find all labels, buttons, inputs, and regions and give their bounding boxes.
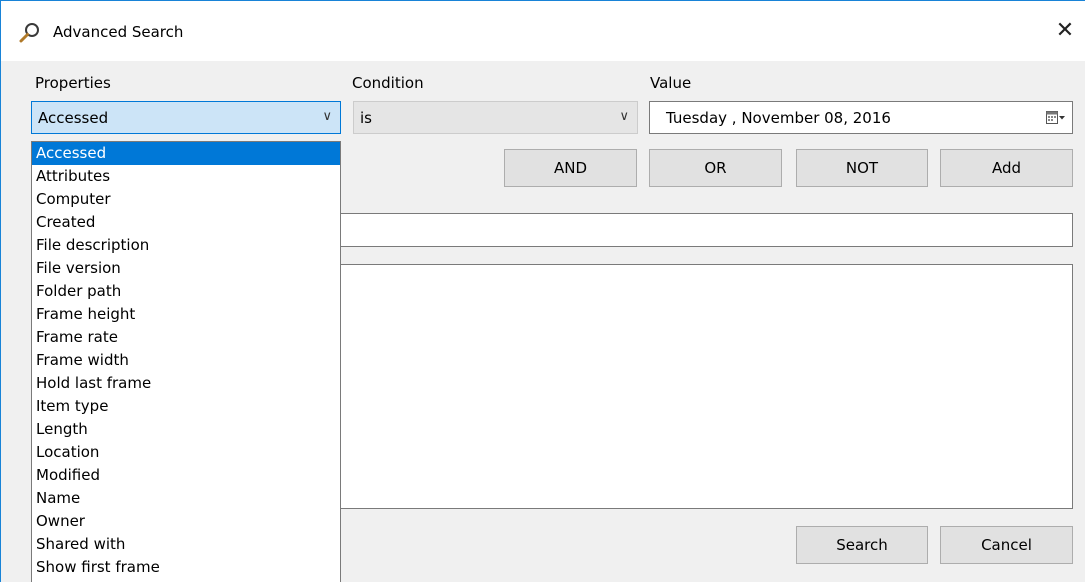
dropdown-option[interactable]: Show first frame xyxy=(32,556,340,579)
condition-selected-value: is xyxy=(360,109,372,127)
properties-selected-value: Accessed xyxy=(38,109,109,127)
condition-dropdown[interactable]: is ∨ xyxy=(353,101,638,134)
dropdown-option[interactable]: File version xyxy=(32,257,340,280)
dropdown-option[interactable]: Modified xyxy=(32,464,340,487)
dropdown-option[interactable]: Hold last frame xyxy=(32,372,340,395)
condition-label: Condition xyxy=(352,74,424,92)
value-label: Value xyxy=(650,74,692,92)
dropdown-option[interactable]: Accessed xyxy=(32,142,340,165)
magnifier-icon xyxy=(19,22,41,44)
dropdown-option[interactable]: File description xyxy=(32,234,340,257)
dropdown-option[interactable]: Shared with xyxy=(32,533,340,556)
dropdown-option[interactable]: Frame height xyxy=(32,303,340,326)
dropdown-option[interactable]: Folder path xyxy=(32,280,340,303)
properties-dropdown[interactable]: Accessed ∨ xyxy=(31,101,341,134)
cancel-button[interactable]: Cancel xyxy=(940,526,1073,564)
date-picker[interactable]: Tuesday , November 08, 2016 xyxy=(649,101,1073,134)
dropdown-option[interactable]: Location xyxy=(32,441,340,464)
dropdown-option[interactable]: Attributes xyxy=(32,165,340,188)
date-value: Tuesday , November 08, 2016 xyxy=(666,109,891,127)
chevron-down-icon: ∨ xyxy=(619,109,629,124)
calendar-icon[interactable] xyxy=(1046,110,1066,126)
dropdown-option[interactable]: Owner xyxy=(32,510,340,533)
dropdown-option[interactable]: Frame rate xyxy=(32,326,340,349)
advanced-search-dialog: Advanced Search ✕ Properties Condition V… xyxy=(0,0,1085,582)
properties-dropdown-list: Accessed Attributes Computer Created File de… xyxy=(31,141,341,582)
add-button[interactable]: Add xyxy=(940,149,1073,187)
window-title: Advanced Search xyxy=(53,23,184,41)
dropdown-option[interactable]: Length xyxy=(32,418,340,441)
or-button[interactable]: OR xyxy=(649,149,782,187)
dropdown-option[interactable]: Computer xyxy=(32,188,340,211)
title-bar: Advanced Search ✕ xyxy=(1,1,1085,61)
dropdown-option[interactable]: Item type xyxy=(32,395,340,418)
properties-label: Properties xyxy=(35,74,111,92)
dropdown-option[interactable]: Frame width xyxy=(32,349,340,372)
close-button[interactable]: ✕ xyxy=(1045,11,1085,51)
not-button[interactable]: NOT xyxy=(796,149,928,187)
search-button[interactable]: Search xyxy=(796,526,928,564)
dropdown-option[interactable]: Created xyxy=(32,211,340,234)
chevron-down-icon: ∨ xyxy=(322,109,332,124)
dropdown-option[interactable]: Name xyxy=(32,487,340,510)
and-button[interactable]: AND xyxy=(504,149,637,187)
